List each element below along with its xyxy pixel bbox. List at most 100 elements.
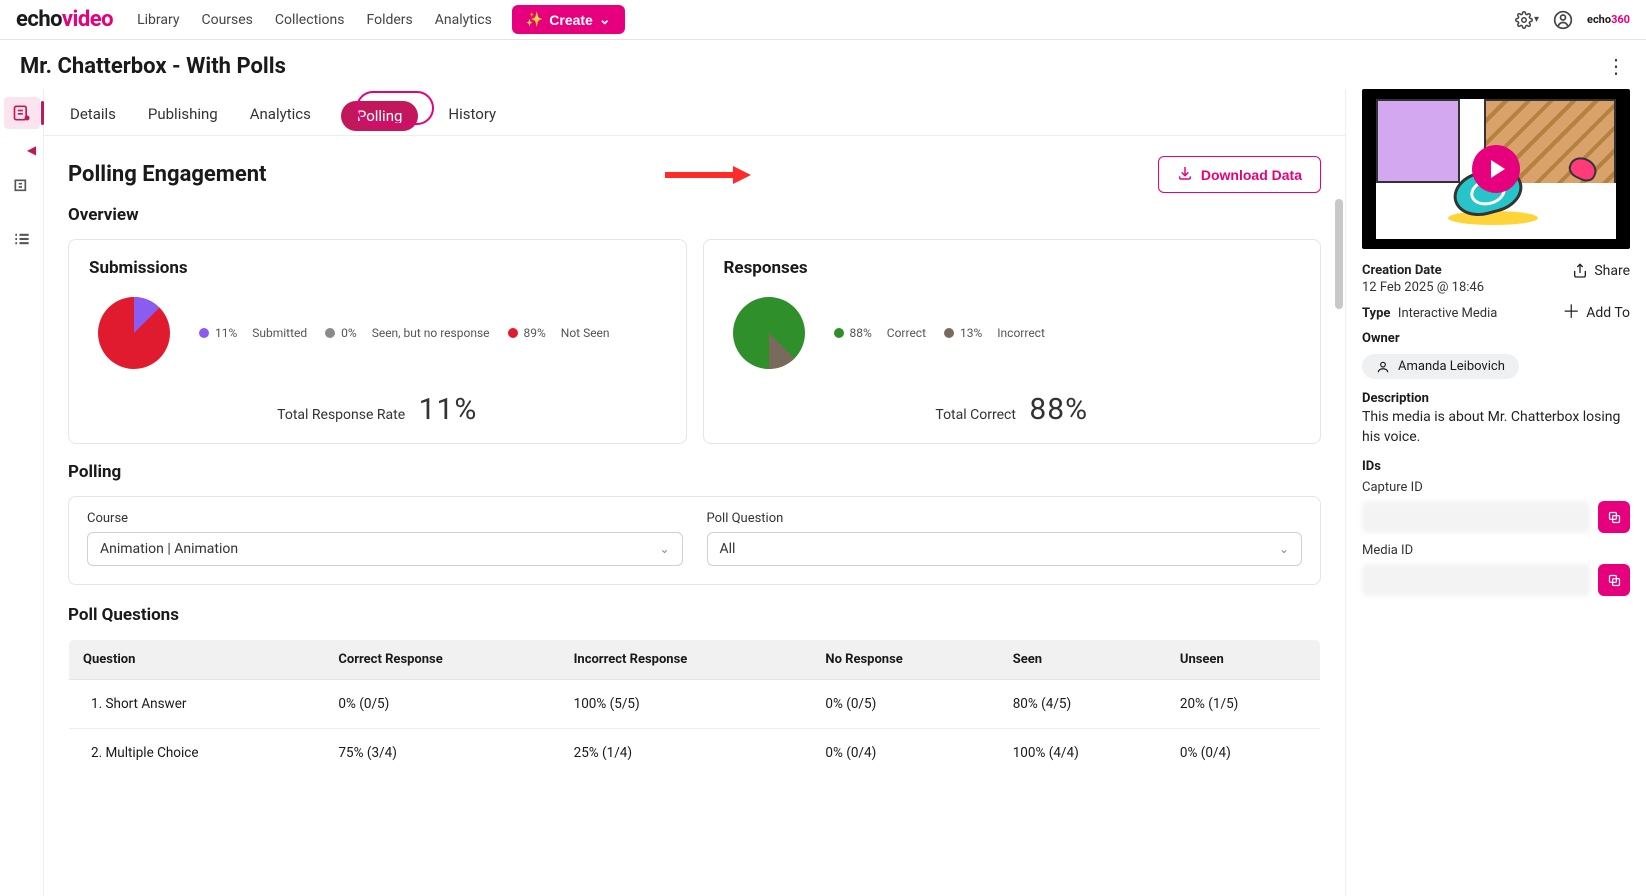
download-label: Download Data bbox=[1201, 167, 1302, 183]
capture-id-field[interactable] bbox=[1362, 501, 1590, 533]
add-to-button[interactable]: ＋ Add To bbox=[1562, 305, 1630, 321]
copy-icon bbox=[1607, 573, 1622, 588]
play-icon[interactable] bbox=[1472, 145, 1520, 193]
logo[interactable]: echovideo bbox=[16, 7, 113, 32]
nav-links: Library Courses Collections Folders Anal… bbox=[137, 12, 492, 28]
submissions-title: Submissions bbox=[89, 258, 666, 278]
type-label: Type bbox=[1362, 306, 1390, 321]
tab-polling[interactable]: Polling bbox=[341, 101, 419, 131]
th-incorrect: Incorrect Response bbox=[560, 640, 812, 680]
submissions-total: Total Response Rate 11% bbox=[89, 392, 666, 427]
th-noresponse: No Response bbox=[811, 640, 998, 680]
media-id-field[interactable] bbox=[1362, 564, 1590, 596]
cell: 0% (0/4) bbox=[1166, 729, 1321, 778]
poll-question-select[interactable]: All ⌄ bbox=[707, 532, 1303, 566]
cell: 25% (1/4) bbox=[560, 729, 812, 778]
table-header-row: Question Correct Response Incorrect Resp… bbox=[69, 640, 1321, 680]
side-rail: ◀ bbox=[0, 89, 44, 896]
cell: 0% (0/5) bbox=[324, 680, 559, 729]
share-label: Share bbox=[1594, 263, 1630, 279]
cell: 0% (0/5) bbox=[811, 680, 998, 729]
cell: 75% (3/4) bbox=[324, 729, 559, 778]
rail-collapse-icon[interactable]: ◀ bbox=[27, 143, 36, 157]
owner-pill[interactable]: Amanda Leibovich bbox=[1362, 354, 1519, 379]
rail-list-icon[interactable] bbox=[4, 223, 40, 255]
th-seen: Seen bbox=[999, 640, 1166, 680]
settings-icon[interactable]: ▾ bbox=[1515, 11, 1539, 29]
responses-card: Responses 88% Correct 13% Incorrect bbox=[703, 239, 1322, 444]
user-icon[interactable] bbox=[1553, 10, 1573, 30]
share-button[interactable]: Share bbox=[1572, 263, 1630, 279]
scroll-area[interactable]: Polling Engagement Download Data Overvie… bbox=[44, 136, 1345, 896]
table-row[interactable]: 1. Short Answer 0% (0/5) 100% (5/5) 0% (… bbox=[69, 680, 1321, 729]
copy-media-id-button[interactable] bbox=[1598, 564, 1630, 596]
owner-label: Owner bbox=[1362, 331, 1630, 346]
legend-item: 88% Correct bbox=[834, 326, 927, 340]
section-heading: Polling Engagement bbox=[68, 162, 267, 187]
filters: Course Animation | Animation ⌄ Poll Ques… bbox=[68, 496, 1321, 585]
logo-echo: echo bbox=[16, 7, 62, 32]
rail-transcript-icon[interactable] bbox=[4, 171, 40, 203]
table-row[interactable]: 2. Multiple Choice 75% (3/4) 25% (1/4) 0… bbox=[69, 729, 1321, 778]
type-value: Interactive Media bbox=[1398, 306, 1497, 321]
submissions-card: Submissions 11% Submitted 0% Seen, but n… bbox=[68, 239, 687, 444]
chevron-down-icon: ⌄ bbox=[1279, 542, 1289, 556]
chevron-down-icon: ⌄ bbox=[659, 542, 669, 556]
poll-questions-table: Question Correct Response Incorrect Resp… bbox=[68, 639, 1321, 778]
responses-total: Total Correct 88% bbox=[724, 392, 1301, 427]
cell: 20% (1/5) bbox=[1166, 680, 1321, 729]
cell: 0% (0/4) bbox=[811, 729, 998, 778]
capture-id-label: Capture ID bbox=[1362, 480, 1630, 495]
description-text: This media is about Mr. Chatterbox losin… bbox=[1362, 408, 1630, 447]
responses-pie-chart bbox=[724, 288, 814, 378]
tab-analytics[interactable]: Analytics bbox=[248, 97, 313, 135]
wand-icon: ✨ bbox=[526, 11, 543, 28]
chevron-down-icon: ⌄ bbox=[599, 11, 611, 28]
legend-item: 0% Seen, but no response bbox=[325, 326, 489, 340]
nav-courses[interactable]: Courses bbox=[201, 12, 252, 28]
kebab-menu-icon[interactable]: ⋮ bbox=[1606, 54, 1626, 79]
download-icon bbox=[1177, 165, 1193, 184]
page-title: Mr. Chatterbox - With Polls bbox=[20, 54, 286, 79]
responses-legend: 88% Correct 13% Incorrect bbox=[834, 326, 1045, 340]
cell: 100% (5/5) bbox=[560, 680, 812, 729]
brand-tiny: echo360 bbox=[1587, 13, 1630, 26]
right-pane: Creation Date 12 Feb 2025 @ 18:46 Share … bbox=[1346, 89, 1646, 896]
nav-folders[interactable]: Folders bbox=[367, 12, 413, 28]
cell: 100% (4/4) bbox=[999, 729, 1166, 778]
rail-media-icon[interactable] bbox=[4, 97, 40, 129]
description-label: Description bbox=[1362, 391, 1630, 406]
th-question: Question bbox=[69, 640, 325, 680]
legend-item: 89% Not Seen bbox=[508, 326, 610, 340]
copy-capture-id-button[interactable] bbox=[1598, 501, 1630, 533]
responses-title: Responses bbox=[724, 258, 1301, 278]
cell: 1. Short Answer bbox=[69, 680, 325, 729]
nav-right: ▾ echo360 bbox=[1515, 10, 1630, 30]
course-select[interactable]: Animation | Animation ⌄ bbox=[87, 532, 683, 566]
create-label: Create bbox=[549, 12, 593, 28]
title-bar: Mr. Chatterbox - With Polls ⋮ bbox=[0, 40, 1646, 89]
scrollbar[interactable] bbox=[1335, 199, 1343, 309]
copy-icon bbox=[1607, 510, 1622, 525]
tabs: Details Publishing Analytics Polling His… bbox=[44, 89, 1345, 136]
th-correct: Correct Response bbox=[324, 640, 559, 680]
legend-item: 13% Incorrect bbox=[944, 326, 1045, 340]
person-icon bbox=[1376, 360, 1390, 374]
poll-question-value: All bbox=[720, 541, 736, 557]
video-thumbnail[interactable] bbox=[1362, 89, 1630, 249]
tab-publishing[interactable]: Publishing bbox=[146, 97, 220, 135]
submissions-legend: 11% Submitted 0% Seen, but no response 8… bbox=[199, 326, 610, 340]
cell: 80% (4/5) bbox=[999, 680, 1166, 729]
nav-analytics[interactable]: Analytics bbox=[435, 12, 492, 28]
course-label: Course bbox=[87, 511, 683, 526]
course-value: Animation | Animation bbox=[100, 541, 238, 557]
plus-icon: ＋ bbox=[1562, 306, 1580, 320]
nav-collections[interactable]: Collections bbox=[275, 12, 345, 28]
nav-library[interactable]: Library bbox=[137, 12, 179, 28]
tab-details[interactable]: Details bbox=[68, 97, 118, 135]
creation-date-label: Creation Date bbox=[1362, 263, 1484, 278]
top-nav: echovideo Library Courses Collections Fo… bbox=[0, 0, 1646, 40]
download-data-button[interactable]: Download Data bbox=[1158, 156, 1321, 193]
create-button[interactable]: ✨ Create ⌄ bbox=[512, 5, 625, 34]
tab-history[interactable]: History bbox=[446, 97, 498, 135]
